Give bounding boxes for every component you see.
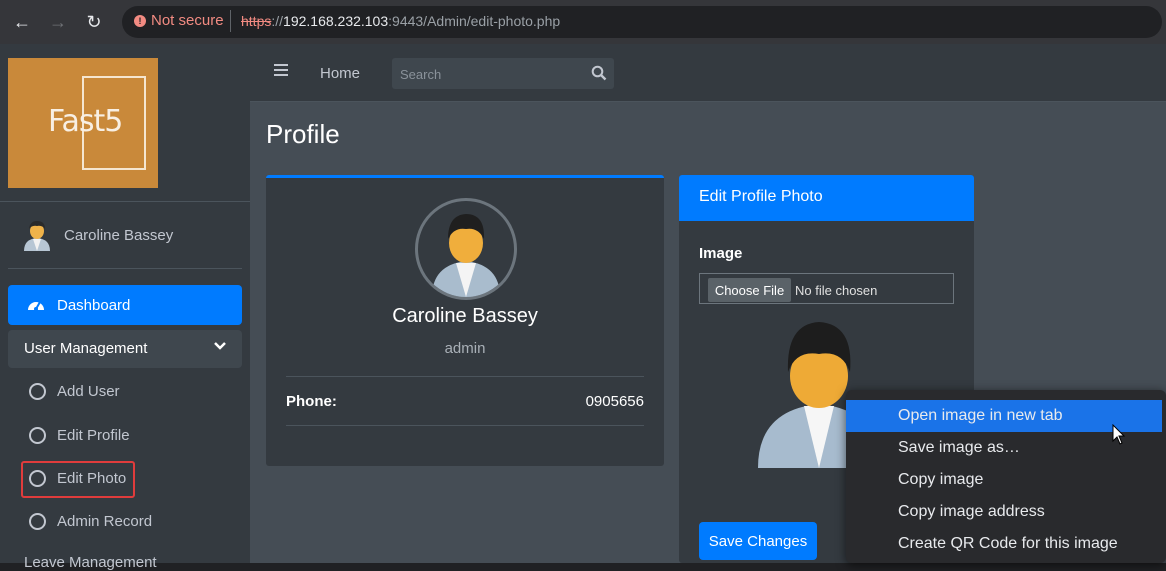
profile-role: admin xyxy=(444,340,486,357)
phone-label: Phone: xyxy=(286,393,337,410)
profile-avatar xyxy=(415,198,517,300)
choose-file-button[interactable]: Choose File xyxy=(708,278,791,302)
user-avatar[interactable] xyxy=(22,219,52,251)
back-arrow-icon[interactable]: ← xyxy=(10,10,34,34)
hamburger-menu-icon[interactable] xyxy=(274,64,288,79)
sidebar-item-admin-record[interactable]: Admin Record xyxy=(57,513,152,530)
tachometer-icon xyxy=(27,296,45,314)
edit-photo-card-title: Edit Profile Photo xyxy=(699,188,823,205)
circle-icon xyxy=(29,427,46,444)
sidebar-item-dashboard-label: Dashboard xyxy=(57,297,131,314)
menu-item-copy-image[interactable]: Copy image xyxy=(898,471,983,489)
circle-icon xyxy=(29,513,46,530)
divider xyxy=(286,425,644,426)
sidebar-divider xyxy=(0,201,250,202)
menu-item-save-image-as[interactable]: Save image as… xyxy=(898,439,1020,457)
search-icon[interactable] xyxy=(591,65,607,86)
address-divider xyxy=(230,10,231,32)
url-separator: :// xyxy=(271,13,284,29)
no-file-text: No file chosen xyxy=(795,283,878,298)
sidebar-user-name[interactable]: Caroline Bassey xyxy=(64,227,173,244)
phone-value: 0905656 xyxy=(585,393,644,410)
sidebar-divider-2 xyxy=(8,268,242,269)
sidebar-item-edit-photo[interactable]: Edit Photo xyxy=(57,470,126,487)
mouse-cursor-icon xyxy=(1112,424,1126,445)
profile-name: Caroline Bassey xyxy=(392,305,538,327)
menu-item-copy-image-address[interactable]: Copy image address xyxy=(898,503,1045,521)
image-field-label: Image xyxy=(699,245,743,262)
save-changes-button[interactable]: Save Changes xyxy=(699,522,817,560)
top-navbar xyxy=(250,44,1166,102)
search-input[interactable] xyxy=(400,66,570,82)
url-text[interactable]: https://192.168.232.103:9443/Admin/edit-… xyxy=(241,13,560,29)
url-scheme: https xyxy=(241,13,272,29)
page-title: Profile xyxy=(266,119,340,149)
forward-arrow-icon[interactable]: → xyxy=(46,10,70,34)
user-management-label: User Management xyxy=(24,340,148,357)
not-secure-icon: ! xyxy=(134,15,146,27)
reload-icon[interactable]: ↻ xyxy=(82,10,106,34)
url-path: :9443/Admin/edit-photo.php xyxy=(388,13,561,29)
divider xyxy=(286,376,644,377)
security-label[interactable]: Not secure xyxy=(151,12,224,29)
circle-icon xyxy=(29,383,46,400)
sidebar-item-add-user[interactable]: Add User xyxy=(57,383,120,400)
logo-text: Fast5 xyxy=(48,104,123,139)
url-host: 192.168.232.103 xyxy=(283,13,389,29)
menu-item-open-image-new-tab[interactable]: Open image in new tab xyxy=(898,407,1063,425)
circle-icon xyxy=(29,470,46,487)
menu-item-create-qr-code[interactable]: Create QR Code for this image xyxy=(898,535,1118,553)
nav-home-link[interactable]: Home xyxy=(320,65,360,82)
chevron-down-icon xyxy=(214,338,226,354)
sidebar-item-edit-profile[interactable]: Edit Profile xyxy=(57,427,130,444)
